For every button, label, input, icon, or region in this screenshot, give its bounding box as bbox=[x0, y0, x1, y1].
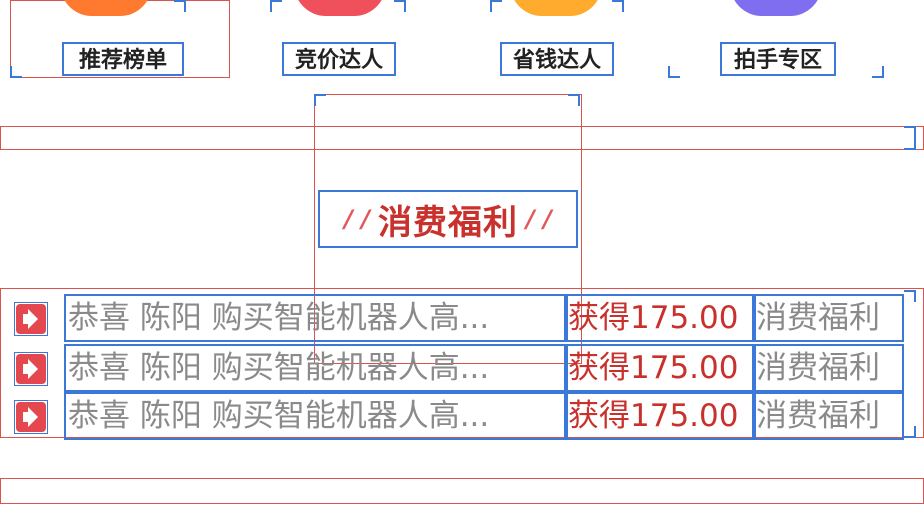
notice-tag: 消费福利 bbox=[754, 344, 904, 392]
orange-rounded-icon bbox=[60, 0, 152, 16]
bounds-corner bbox=[904, 126, 916, 138]
notice-row[interactable]: 恭喜 陈阳 购买智能机器人高... 获得175.00 消费福利 bbox=[0, 392, 924, 440]
nav-grid-label: 拍手专区 bbox=[720, 42, 836, 76]
megaphone-icon bbox=[14, 352, 48, 386]
notice-tag: 消费福利 bbox=[754, 294, 904, 342]
notice-text: 恭喜 陈阳 购买智能机器人高... bbox=[64, 294, 566, 342]
bounds-band-1 bbox=[0, 126, 924, 150]
bounds-corner bbox=[314, 94, 326, 106]
notice-text: 恭喜 陈阳 购买智能机器人高... bbox=[64, 344, 566, 392]
section-title-text: 消费福利 bbox=[378, 202, 518, 243]
bounds-corner bbox=[174, 0, 186, 12]
bounds-corner bbox=[10, 66, 22, 78]
bounds-corner bbox=[612, 0, 624, 12]
nav-grid-item-applause[interactable]: 拍手专区 bbox=[668, 0, 886, 80]
nav-grid-item-saving[interactable]: 省钱达人 bbox=[452, 0, 670, 80]
nav-grid-item-recommend[interactable]: 推荐榜单 bbox=[10, 0, 228, 80]
notice-text: 恭喜 陈阳 购买智能机器人高... bbox=[64, 392, 566, 440]
nav-grid-label: 省钱达人 bbox=[500, 42, 614, 76]
bounds-corner bbox=[270, 0, 282, 12]
section-title: / / 消费福利 / / bbox=[318, 190, 578, 248]
yellow-rounded-icon bbox=[510, 0, 602, 16]
megaphone-icon bbox=[14, 400, 48, 434]
bounds-corner bbox=[490, 0, 502, 12]
notice-amount: 获得175.00 bbox=[566, 294, 754, 342]
bounds-corner bbox=[668, 66, 680, 78]
nav-grid-item-bidding[interactable]: 竞价达人 bbox=[232, 0, 450, 80]
notice-row[interactable]: 恭喜 陈阳 购买智能机器人高... 获得175.00 消费福利 bbox=[0, 294, 924, 342]
notice-amount: 获得175.00 bbox=[566, 344, 754, 392]
notice-amount: 获得175.00 bbox=[566, 392, 754, 440]
notice-row[interactable]: 恭喜 陈阳 购买智能机器人高... 获得175.00 消费福利 bbox=[0, 344, 924, 392]
nav-grid-label: 竞价达人 bbox=[282, 42, 396, 76]
title-decoration-left: / / bbox=[344, 205, 370, 233]
bounds-corner bbox=[394, 0, 406, 12]
notice-tag: 消费福利 bbox=[754, 392, 904, 440]
bounds-corner bbox=[904, 138, 916, 150]
nav-grid-label: 推荐榜单 bbox=[62, 42, 184, 76]
purple-rounded-icon bbox=[730, 0, 822, 16]
red-rounded-icon bbox=[294, 0, 386, 16]
bounds-band-3 bbox=[0, 478, 924, 504]
bounds-corner bbox=[872, 66, 884, 78]
bounds-corner bbox=[568, 94, 580, 106]
title-decoration-right: / / bbox=[526, 205, 552, 233]
megaphone-icon bbox=[14, 302, 48, 336]
